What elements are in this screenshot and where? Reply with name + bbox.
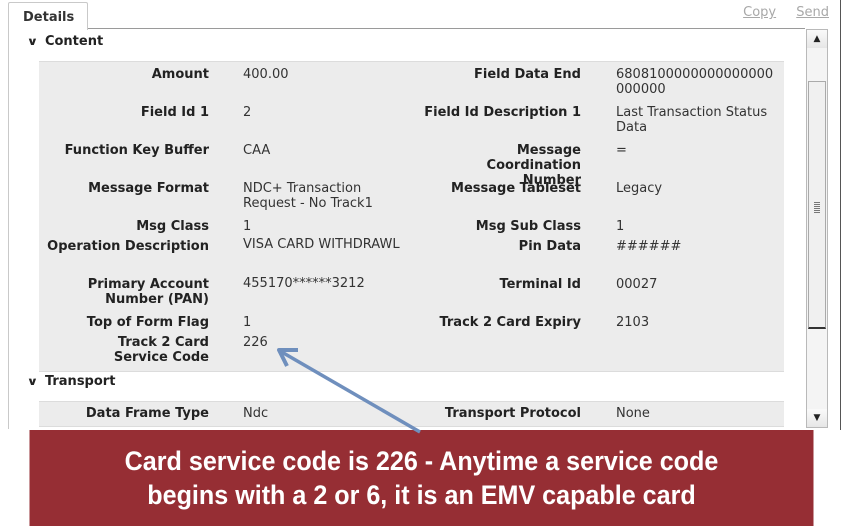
tab-details-label: Details [23,10,75,25]
field-label-transport-protocol: Transport Protocol [444,406,581,421]
tab-divider [86,28,805,29]
field-value-message-format: NDC+ Transaction Request - No Track1 [243,181,373,211]
field-label-top-of-form-flag: Top of Form Flag [86,315,209,330]
field-value-amount: 400.00 [243,67,289,82]
field-label-track2-service-code: Track 2 Card Service Code [113,335,209,365]
field-value-primary-account-number: 455170******3212 [243,276,365,291]
copy-link[interactable]: Copy [743,5,776,20]
field-value-transport-protocol: None [616,406,650,421]
field-label-field-data-end: Field Data End [474,67,581,82]
field-label-message-format: Message Format [88,181,209,196]
content-section-header[interactable]: ∨ Content [26,34,104,49]
field-value-msg-class: 1 [243,219,252,234]
field-value-field-data-end: 6808100000000000000000000 [616,67,774,97]
field-label-primary-account-number: Primary Account Number (PAN) [87,277,209,307]
panel-border [8,29,9,429]
action-links: Copy Send [727,5,829,20]
field-label-field-id-1: Field Id 1 [140,105,209,120]
field-label-msg-sub-class: Msg Sub Class [475,219,581,234]
annotation-banner: Card service code is 226 - Anytime a ser… [29,430,814,526]
vertical-scrollbar[interactable]: ▲ ▼ [806,29,828,428]
field-label-operation-description: Operation Description [47,239,209,254]
scrollbar-thumb[interactable] [808,81,826,329]
field-value-terminal-id: 00027 [616,277,658,292]
field-value-message-tableset: Legacy [616,181,663,196]
field-label-msg-class: Msg Class [136,219,209,234]
field-value-track2-card-expiry: 2103 [616,315,650,330]
field-value-message-coordination-number: = [616,143,627,158]
field-label-amount: Amount [151,67,209,82]
field-label-pin-data: Pin Data [518,239,581,254]
field-value-top-of-form-flag: 1 [243,315,252,330]
annotation-line-1: Card service code is 226 - Anytime a ser… [124,446,719,476]
send-link[interactable]: Send [796,5,829,20]
content-fields-panel: Amount 400.00 Field Id 1 2 Function Key … [39,61,784,372]
field-value-data-frame-type: Ndc [243,406,269,421]
chevron-down-icon: ∨ [26,35,39,48]
content-section-title: Content [44,34,104,49]
field-label-field-id-description-1: Field Id Description 1 [424,105,581,120]
field-value-field-id-description-1: Last Transaction Status Data [616,105,768,135]
scroll-up-button[interactable]: ▲ [807,30,827,48]
annotation-line-2: begins with a 2 or 6, it is an EMV capab… [147,480,696,510]
field-value-msg-sub-class: 1 [616,219,625,234]
field-value-track2-service-code: 226 [243,335,268,350]
transport-section-header[interactable]: ∨ Transport [26,374,116,389]
triangle-up-icon: ▲ [813,34,821,44]
field-label-terminal-id: Terminal Id [499,277,581,292]
grip-icon [814,202,820,214]
field-value-pin-data: ###### [616,239,682,254]
field-label-function-key-buffer: Function Key Buffer [64,143,209,158]
triangle-down-icon: ▼ [813,413,821,423]
transport-fields-panel: Data Frame Type Ndc Transport Protocol N… [39,401,784,427]
field-value-field-id-1: 2 [243,105,252,120]
field-label-track2-card-expiry: Track 2 Card Expiry [439,315,581,330]
scroll-down-button[interactable]: ▼ [807,409,827,427]
window-border [840,0,841,430]
field-label-message-tableset: Message Tableset [451,181,581,196]
transport-section-title: Transport [44,374,116,389]
chevron-down-icon: ∨ [26,375,39,388]
field-value-function-key-buffer: CAA [243,143,271,158]
field-label-data-frame-type: Data Frame Type [85,406,209,421]
tab-details[interactable]: Details [8,2,88,30]
